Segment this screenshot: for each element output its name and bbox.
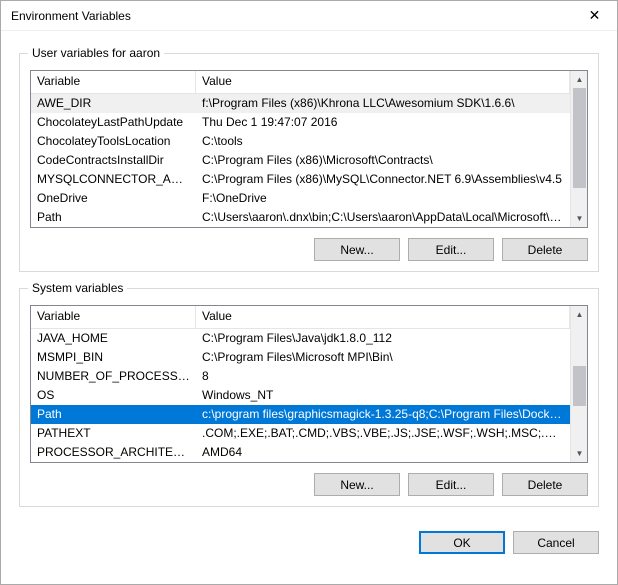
variable-value: 8 [196, 367, 570, 386]
variable-value: AMD64 [196, 443, 570, 462]
table-row[interactable]: Pathc:\program files\graphicsmagick-1.3.… [31, 405, 570, 424]
table-row[interactable]: JAVA_HOMEC:\Program Files\Java\jdk1.8.0_… [31, 329, 570, 348]
table-row[interactable]: AWE_DIRf:\Program Files (x86)\Khrona LLC… [31, 94, 570, 113]
user-variables-label: User variables for aaron [28, 46, 164, 60]
variable-name: Path [31, 208, 196, 227]
table-row[interactable]: OSWindows_NT [31, 386, 570, 405]
variable-name: Path [31, 405, 196, 424]
scroll-thumb[interactable] [573, 366, 586, 406]
table-row[interactable]: PROCESSOR_ARCHITECTUREAMD64 [31, 443, 570, 462]
titlebar: Environment Variables ✕ [1, 1, 617, 31]
variable-value: C:\Program Files\Microsoft MPI\Bin\ [196, 348, 570, 367]
column-header-value[interactable]: Value [196, 306, 570, 328]
system-list-header: Variable Value [31, 306, 570, 329]
column-header-value[interactable]: Value [196, 71, 570, 93]
window-title: Environment Variables [11, 9, 572, 23]
scroll-up-icon[interactable]: ▲ [571, 306, 588, 323]
close-icon[interactable]: ✕ [572, 1, 617, 31]
scroll-thumb[interactable] [573, 88, 586, 188]
user-list-header: Variable Value [31, 71, 570, 94]
variable-name: ChocolateyLastPathUpdate [31, 113, 196, 132]
variable-value: C:\Users\aaron\.dnx\bin;C:\Users\aaron\A… [196, 208, 570, 227]
variable-value: C:\Program Files (x86)\Microsoft\Contrac… [196, 151, 570, 170]
system-variables-group: System variables Variable Value JAVA_HOM… [19, 288, 599, 507]
table-row[interactable]: ChocolateyToolsLocationC:\tools [31, 132, 570, 151]
variable-name: AWE_DIR [31, 94, 196, 113]
variable-value: f:\Program Files (x86)\Khrona LLC\Awesom… [196, 94, 570, 113]
variable-name: CodeContractsInstallDir [31, 151, 196, 170]
table-row[interactable]: ChocolateyLastPathUpdateThu Dec 1 19:47:… [31, 113, 570, 132]
user-new-button[interactable]: New... [314, 238, 400, 261]
user-delete-button[interactable]: Delete [502, 238, 588, 261]
table-row[interactable]: CodeContractsInstallDirC:\Program Files … [31, 151, 570, 170]
cancel-button[interactable]: Cancel [513, 531, 599, 554]
variable-value: C:\Program Files (x86)\MySQL\Connector.N… [196, 170, 570, 189]
variable-name: OS [31, 386, 196, 405]
system-variables-list[interactable]: Variable Value JAVA_HOMEC:\Program Files… [30, 305, 588, 463]
column-header-variable[interactable]: Variable [31, 306, 196, 328]
user-variables-list[interactable]: Variable Value AWE_DIRf:\Program Files (… [30, 70, 588, 228]
variable-name: ChocolateyToolsLocation [31, 132, 196, 151]
user-edit-button[interactable]: Edit... [408, 238, 494, 261]
system-delete-button[interactable]: Delete [502, 473, 588, 496]
table-row[interactable]: OneDriveF:\OneDrive [31, 189, 570, 208]
variable-value: c:\program files\graphicsmagick-1.3.25-q… [196, 405, 570, 424]
system-variables-label: System variables [28, 281, 127, 295]
variable-value: F:\OneDrive [196, 189, 570, 208]
variable-name: OneDrive [31, 189, 196, 208]
variable-value: Windows_NT [196, 386, 570, 405]
variable-value: Thu Dec 1 19:47:07 2016 [196, 113, 570, 132]
column-header-variable[interactable]: Variable [31, 71, 196, 93]
variable-value: C:\Program Files\Java\jdk1.8.0_112 [196, 329, 570, 348]
scroll-up-icon[interactable]: ▲ [571, 71, 588, 88]
table-row[interactable]: PATHEXT.COM;.EXE;.BAT;.CMD;.VBS;.VBE;.JS… [31, 424, 570, 443]
variable-name: NUMBER_OF_PROCESSORS [31, 367, 196, 386]
table-row[interactable]: MYSQLCONNECTOR_ASSE…C:\Program Files (x8… [31, 170, 570, 189]
variable-value: .COM;.EXE;.BAT;.CMD;.VBS;.VBE;.JS;.JSE;.… [196, 424, 570, 443]
variable-name: PATHEXT [31, 424, 196, 443]
ok-button[interactable]: OK [419, 531, 505, 554]
table-row[interactable]: NUMBER_OF_PROCESSORS8 [31, 367, 570, 386]
variable-name: PROCESSOR_ARCHITECTURE [31, 443, 196, 462]
variable-name: JAVA_HOME [31, 329, 196, 348]
user-list-scrollbar[interactable]: ▲ ▼ [570, 71, 587, 227]
system-new-button[interactable]: New... [314, 473, 400, 496]
table-row[interactable]: PathC:\Users\aaron\.dnx\bin;C:\Users\aar… [31, 208, 570, 227]
variable-value: C:\tools [196, 132, 570, 151]
user-variables-group: User variables for aaron Variable Value … [19, 53, 599, 272]
variable-name: MSMPI_BIN [31, 348, 196, 367]
system-list-scrollbar[interactable]: ▲ ▼ [570, 306, 587, 462]
table-row[interactable]: MSMPI_BINC:\Program Files\Microsoft MPI\… [31, 348, 570, 367]
scroll-down-icon[interactable]: ▼ [571, 210, 588, 227]
variable-name: MYSQLCONNECTOR_ASSE… [31, 170, 196, 189]
system-edit-button[interactable]: Edit... [408, 473, 494, 496]
scroll-down-icon[interactable]: ▼ [571, 445, 588, 462]
